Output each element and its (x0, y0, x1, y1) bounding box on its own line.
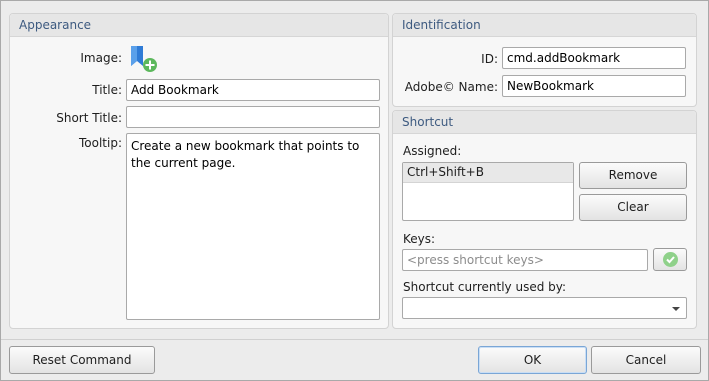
tooltip-label: Tooltip: (78, 136, 122, 150)
cancel-button[interactable]: Cancel (591, 346, 701, 374)
image-label: Image: (80, 51, 122, 65)
title-label: Title: (92, 83, 122, 97)
appearance-panel-header: Appearance (10, 14, 388, 37)
used-by-label: Shortcut currently used by: (403, 280, 567, 294)
assigned-shortcut-item[interactable]: Ctrl+Shift+B (403, 163, 573, 183)
identification-panel-header: Identification (393, 14, 696, 37)
remove-button[interactable]: Remove (579, 162, 687, 189)
id-field[interactable]: cmd.addBookmark (502, 47, 686, 69)
identification-panel: Identification ID: cmd.addBookmark Adobe… (392, 13, 697, 107)
footer-separator (1, 339, 708, 340)
appearance-panel: Appearance Image: Title: Add Bookmark Sh… (9, 13, 389, 329)
used-by-select[interactable] (402, 297, 687, 319)
edit-command-dialog: Appearance Image: Title: Add Bookmark Sh… (0, 0, 709, 381)
tooltip-textarea[interactable]: Create a new bookmark that points to the… (126, 133, 380, 320)
bookmark-add-icon[interactable] (129, 44, 159, 74)
shortcut-panel: Shortcut Assigned: Ctrl+Shift+B Remove C… (392, 110, 697, 329)
check-icon (663, 252, 678, 267)
assigned-label: Assigned: (403, 144, 462, 158)
identification-section-title: Identification (402, 18, 481, 32)
assign-shortcut-button[interactable] (653, 248, 687, 271)
clear-button[interactable]: Clear (579, 194, 687, 221)
adobe-name-label: Adobe© Name: (404, 80, 498, 94)
reset-command-button[interactable]: Reset Command (9, 346, 155, 374)
id-label: ID: (481, 52, 498, 66)
ok-button[interactable]: OK (478, 346, 587, 374)
shortcut-panel-header: Shortcut (393, 111, 696, 134)
title-field[interactable]: Add Bookmark (126, 79, 380, 101)
keys-label: Keys: (403, 232, 436, 246)
appearance-section-title: Appearance (19, 18, 92, 32)
shortcut-section-title: Shortcut (402, 115, 454, 129)
chevron-down-icon[interactable] (672, 307, 680, 311)
keys-input[interactable]: <press shortcut keys> (402, 249, 648, 271)
assigned-shortcuts-list[interactable]: Ctrl+Shift+B (402, 162, 574, 221)
adobe-name-field[interactable]: NewBookmark (502, 75, 686, 97)
short-title-label: Short Title: (56, 111, 122, 125)
short-title-field[interactable] (126, 106, 380, 128)
